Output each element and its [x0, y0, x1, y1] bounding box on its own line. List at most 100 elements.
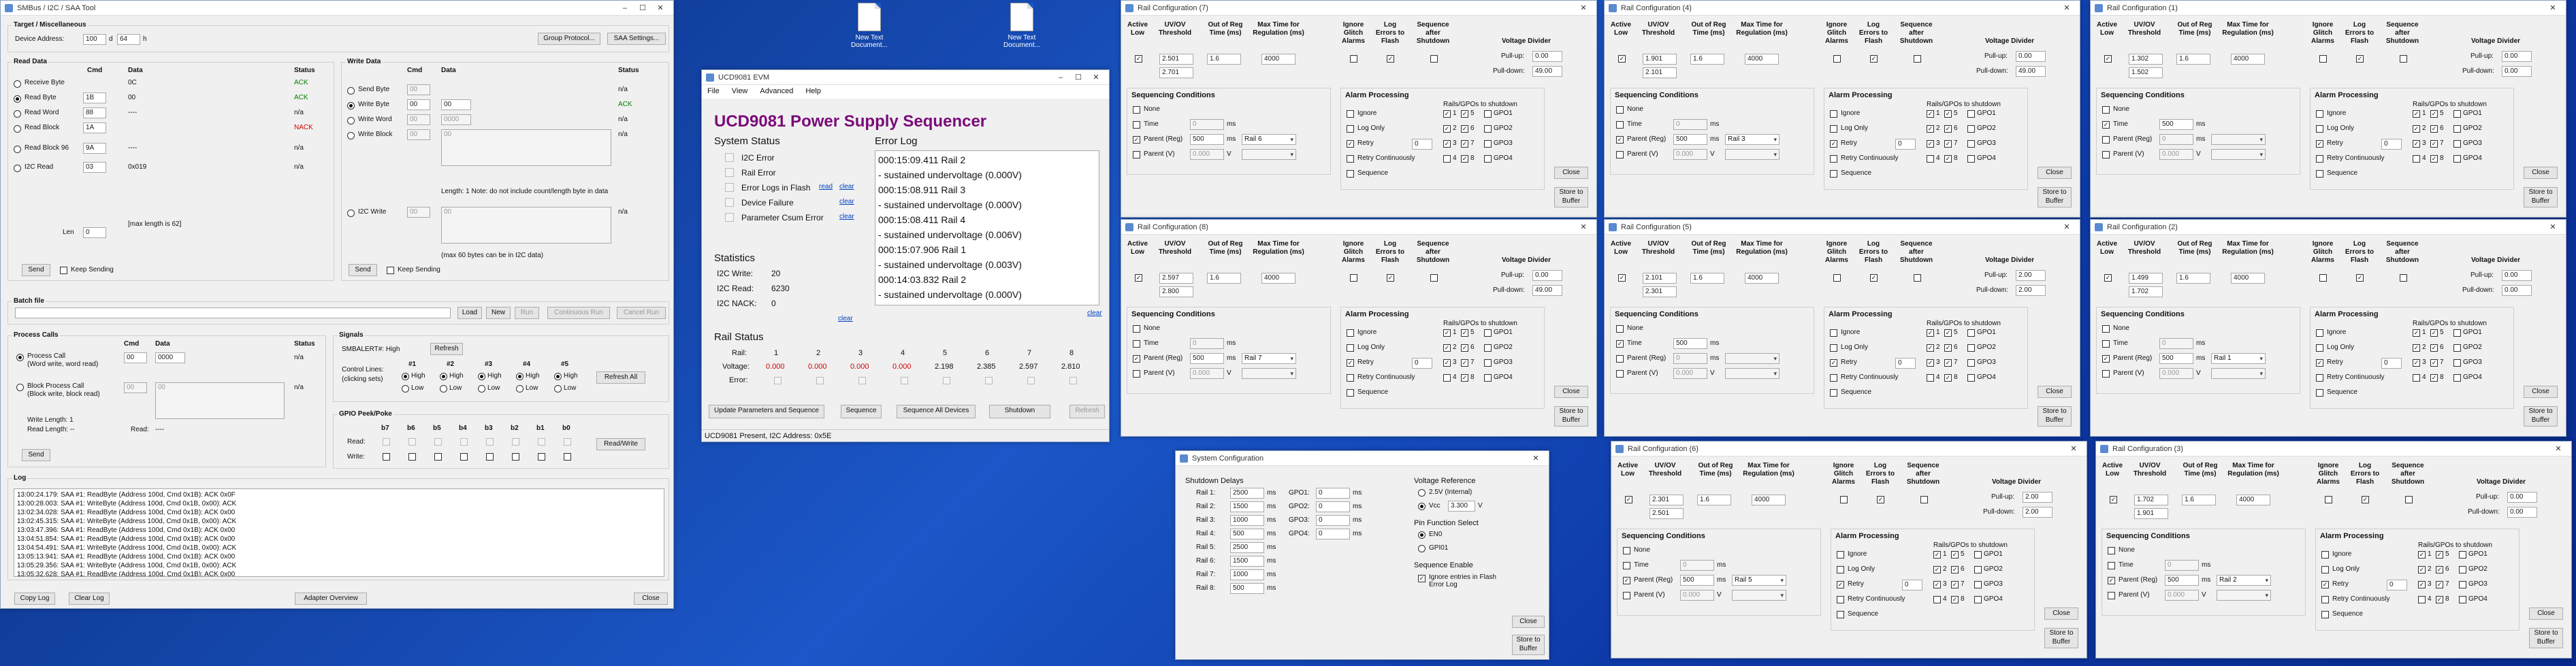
control-line-low-radio[interactable]: [516, 385, 524, 393]
batch-file-input[interactable]: [15, 307, 451, 318]
log-errors-checkbox[interactable]: ✓: [1870, 274, 1878, 282]
close-icon[interactable]: ✕: [2544, 3, 2562, 12]
smbus-close-button[interactable]: Close: [634, 593, 668, 605]
control-line-high-radio[interactable]: [516, 373, 524, 380]
close-icon[interactable]: ✕: [1575, 3, 1592, 12]
shutdown-gpo-checkbox[interactable]: [1967, 344, 1975, 352]
pulldown-input[interactable]: 0.00: [2502, 66, 2532, 77]
write-type-radio[interactable]: [347, 132, 355, 139]
pullup-input[interactable]: 2.00: [2023, 492, 2052, 503]
pullup-input[interactable]: 0.00: [2502, 270, 2532, 281]
continuous-run-button[interactable]: Continuous Run: [547, 307, 610, 319]
gpio-write-checkbox[interactable]: [564, 453, 571, 461]
shutdown-delay-input[interactable]: 2500: [1230, 542, 1264, 553]
shutdown-gpo-checkbox[interactable]: [1967, 359, 1975, 367]
alarm-retry-checkbox[interactable]: ✓: [2316, 140, 2323, 148]
uv-threshold-input[interactable]: 2.501: [1159, 54, 1193, 65]
write-type-radio[interactable]: [347, 87, 355, 95]
menu-view[interactable]: View: [732, 87, 748, 97]
shutdown-rail-checkbox[interactable]: ✓: [1944, 155, 1952, 163]
gpo-delay-input[interactable]: 0: [1316, 501, 1350, 512]
rail-close-button[interactable]: Close: [1554, 386, 1588, 398]
menu-file[interactable]: File: [707, 87, 720, 97]
seq-time-checkbox[interactable]: [1623, 562, 1630, 569]
shutdown-rail-checkbox[interactable]: ✓: [1927, 125, 1934, 133]
gpio-write-checkbox[interactable]: [434, 453, 442, 461]
ov-threshold-input[interactable]: 1.702: [2129, 286, 2163, 297]
shutdown-rail-checkbox[interactable]: ✓: [2430, 155, 2438, 163]
out-of-reg-input[interactable]: 1.6: [2176, 273, 2210, 284]
shutdown-rail-checkbox[interactable]: ✓: [2436, 581, 2443, 588]
shutdown-rail-checkbox[interactable]: ✓: [2413, 344, 2420, 352]
parent-v-rail-select[interactable]: [1725, 368, 1780, 379]
ignore-glitch-checkbox[interactable]: [1840, 496, 1848, 503]
ignore-glitch-checkbox[interactable]: [1833, 274, 1841, 282]
shutdown-gpo-checkbox[interactable]: [2453, 125, 2461, 133]
ignore-glitch-checkbox[interactable]: [2319, 55, 2327, 63]
write-data-input[interactable]: 0000: [441, 114, 471, 125]
alarm-retry-cont-checkbox[interactable]: [1347, 374, 1354, 382]
shutdown-rail-checkbox[interactable]: [1443, 374, 1451, 382]
ov-threshold-input[interactable]: 1.901: [2134, 508, 2168, 519]
rail-store-button[interactable]: Store to Buffer: [2524, 406, 2558, 427]
shutdown-button[interactable]: Shutdown: [989, 405, 1050, 418]
max-time-input[interactable]: 4000: [1261, 54, 1295, 65]
out-of-reg-input[interactable]: 1.6: [1690, 54, 1724, 65]
shutdown-delay-input[interactable]: 1000: [1230, 569, 1264, 580]
log-errors-checkbox[interactable]: ✓: [1870, 55, 1878, 63]
shutdown-gpo-checkbox[interactable]: [1967, 155, 1975, 163]
max-time-input[interactable]: 4000: [1745, 54, 1779, 65]
error-log-list[interactable]: 000:15:09.411 Rail 2 - sustained undervol…: [875, 150, 1099, 305]
seq-time-checkbox[interactable]: [2102, 340, 2110, 348]
retry-count-input[interactable]: 0: [2381, 358, 2402, 369]
shutdown-rail-checkbox[interactable]: ✓: [1944, 110, 1952, 118]
alarm-log-checkbox[interactable]: [2321, 566, 2329, 573]
alarm-log-checkbox[interactable]: [2316, 344, 2323, 352]
copy-log-button[interactable]: Copy Log: [14, 593, 55, 605]
out-of-reg-input[interactable]: 1.6: [1697, 495, 1731, 505]
shutdown-rail-checkbox[interactable]: ✓: [1443, 344, 1451, 352]
ov-threshold-input[interactable]: 2.101: [1643, 67, 1677, 78]
seq-after-shutdown-checkbox[interactable]: [2400, 55, 2407, 63]
shutdown-gpo-checkbox[interactable]: [1974, 581, 1982, 588]
seq-parent-ms-input[interactable]: 500: [1680, 575, 1714, 586]
read-cmd-input[interactable]: 03: [83, 162, 106, 173]
rail-close-button[interactable]: Close: [1554, 167, 1588, 179]
alarm-ignore-checkbox[interactable]: [2316, 329, 2323, 337]
out-of-reg-input[interactable]: 1.6: [1690, 273, 1724, 284]
shutdown-rail-checkbox[interactable]: ✓: [1443, 329, 1451, 337]
shutdown-rail-checkbox[interactable]: ✓: [1461, 125, 1468, 133]
shutdown-rail-checkbox[interactable]: ✓: [1443, 359, 1451, 367]
ignore-glitch-checkbox[interactable]: [1350, 274, 1357, 282]
uv-threshold-input[interactable]: 2.301: [1649, 495, 1684, 505]
write-data-input[interactable]: 00: [441, 129, 611, 166]
seq-after-shutdown-checkbox[interactable]: [1430, 55, 1438, 63]
menu-help[interactable]: Help: [805, 87, 821, 97]
out-of-reg-input[interactable]: 1.6: [2176, 54, 2210, 65]
alarm-log-checkbox[interactable]: [1837, 566, 1844, 573]
seq-time-input[interactable]: 500: [2159, 119, 2193, 130]
seq-none-checkbox[interactable]: [1616, 106, 1624, 114]
shutdown-rail-checkbox[interactable]: ✓: [1461, 374, 1468, 382]
seq-none-checkbox[interactable]: [2102, 325, 2110, 333]
shutdown-rail-checkbox[interactable]: [2418, 596, 2426, 603]
alarm-retry-cont-checkbox[interactable]: [2316, 155, 2323, 163]
pulldown-input[interactable]: 49.00: [1532, 285, 1562, 296]
shutdown-gpo-checkbox[interactable]: [2453, 344, 2461, 352]
alarm-retry-checkbox[interactable]: ✓: [1347, 359, 1354, 367]
close-icon[interactable]: ✕: [2544, 222, 2562, 231]
retry-count-input[interactable]: 0: [2381, 139, 2402, 150]
shutdown-rail-checkbox[interactable]: ✓: [1927, 110, 1934, 118]
shutdown-rail-checkbox[interactable]: ✓: [1461, 110, 1468, 118]
seq-parent-ms-input[interactable]: 0: [2159, 134, 2193, 145]
shutdown-rail-checkbox[interactable]: ✓: [2413, 110, 2420, 118]
alarm-retry-checkbox[interactable]: ✓: [2316, 359, 2323, 367]
shutdown-gpo-checkbox[interactable]: [1967, 374, 1975, 382]
maximize-icon[interactable]: ☐: [634, 3, 651, 12]
alarm-log-checkbox[interactable]: [1830, 125, 1837, 133]
minimize-icon[interactable]: –: [616, 4, 634, 12]
seq-parent-ms-input[interactable]: 500: [1673, 134, 1707, 145]
write-data-input[interactable]: 00: [441, 99, 471, 110]
close-icon[interactable]: ✕: [1087, 73, 1105, 82]
shutdown-rail-checkbox[interactable]: ✓: [2436, 566, 2443, 573]
